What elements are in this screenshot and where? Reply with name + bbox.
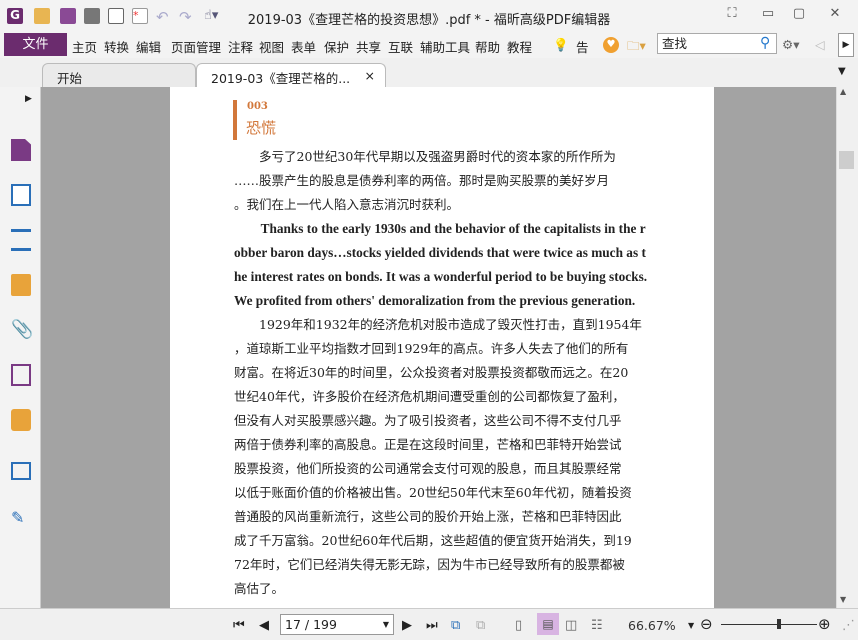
section-number: 003 (247, 101, 268, 112)
last-page-button[interactable]: ⏭ (426, 618, 438, 633)
text-line: 两倍于债券利率的高股息。正是在这段时间里，芒格和巴菲特开始尝试 (234, 437, 622, 452)
text-line: Thanks to the early 1930s and the behavi… (234, 221, 646, 236)
scroll-up-arrow[interactable]: ▲ (840, 87, 846, 96)
signature-icon[interactable] (11, 364, 31, 386)
zoom-out-button[interactable]: ⊖ (700, 615, 713, 633)
comments-icon[interactable] (11, 274, 31, 296)
ribbon-menu: 文件 主页 转换 编辑 页面管理 注释 视图 表单 保护 共享 互联 辅助工具 … (0, 32, 858, 74)
search-folder-icon[interactable]: 🗀▾ (627, 37, 646, 58)
menu-tutorial[interactable]: 教程 (507, 37, 532, 56)
file-menu[interactable]: 文件 (4, 33, 67, 56)
continuous-facing-icon[interactable]: ☷ (591, 618, 603, 633)
menu-connect[interactable]: 互联 (388, 37, 413, 56)
resize-grip[interactable]: ⋰ (842, 618, 855, 633)
navigation-panel: ▶ 📎 ✎ (0, 87, 41, 608)
menu-convert[interactable]: 转换 (104, 37, 129, 56)
text-line: 。我们在上一代人陷入意志消沉时获利。 (234, 197, 460, 212)
document-viewer[interactable]: 003 恐慌 多亏了20世纪30年代早期以及强盗男爵时代的资本家的所作所为 ……股… (41, 87, 836, 608)
lightbulb-icon[interactable]: 💡 (553, 37, 569, 53)
menu-accessibility[interactable]: 辅助工具 (420, 37, 470, 56)
tab-list-dropdown[interactable]: ▼ (838, 66, 846, 77)
thumbnails-icon[interactable] (11, 184, 31, 206)
menu-help[interactable]: 帮助 (475, 37, 500, 56)
menu-comment[interactable]: 注释 (228, 37, 253, 56)
zoom-level[interactable]: 66.67% (628, 618, 676, 633)
tab-start[interactable]: 开始 (42, 63, 196, 87)
tab-label: 开始 (57, 71, 83, 86)
ribbon-right-arrow[interactable]: ▶ (838, 33, 854, 57)
heart-icon[interactable]: ♥ (603, 37, 619, 53)
pages-icon[interactable] (11, 139, 31, 161)
attachment-icon[interactable]: 📎 (11, 319, 33, 341)
fullscreen-button[interactable]: ⛶ (722, 6, 742, 24)
menu-edit[interactable]: 编辑 (136, 37, 161, 56)
minimize-button[interactable]: ▭ (758, 6, 778, 24)
section-title: 恐慌 (246, 119, 277, 137)
menu-protect[interactable]: 保护 (324, 37, 349, 56)
status-bar: ⏮ ◀ 17 / 199 ▼ ▶ ⏭ ⧉ ⧉ ▯ ▤ ◫ ☷ 66.67% ▼ ⊖… (0, 608, 858, 640)
form-fields-icon[interactable] (11, 462, 31, 480)
text-line: 成了千万富翁。20世纪60年代后期，这些超值的便宜货开始消失，到19 (234, 533, 632, 548)
expand-panel-icon[interactable]: ▶ (25, 94, 32, 104)
text-line: 多亏了20世纪30年代早期以及强盗男爵时代的资本家的所作所为 (234, 149, 616, 164)
certificate-tool-icon[interactable]: ✎ (11, 508, 31, 530)
gear-icon[interactable]: ⚙▾ (782, 37, 799, 52)
vertical-scrollbar[interactable]: ▲ ▼ (836, 87, 858, 608)
tab-document[interactable]: 2019-03《查理芒格的... × (196, 63, 386, 88)
zoom-dropdown[interactable]: ▼ (688, 621, 694, 630)
text-line: 世纪40年代，许多股价在经济危机期间遭受重创的公司都恢复了盈利， (234, 389, 625, 404)
lock-icon[interactable] (11, 409, 31, 431)
menu-view[interactable]: 视图 (259, 37, 284, 56)
zoom-slider[interactable] (721, 624, 817, 625)
text-line: 普通股的风尚重新流行，这些公司的股价开始上涨，芒格和巴菲特因此 (234, 509, 622, 524)
menu-form[interactable]: 表单 (291, 37, 316, 56)
layers-icon[interactable] (11, 229, 31, 251)
single-page-icon[interactable]: ▯ (515, 618, 522, 633)
first-page-button[interactable]: ⏮ (233, 618, 245, 633)
menu-share[interactable]: 共享 (356, 37, 381, 56)
tab-bar: 开始 2019-03《查理芒格的... × ▼ (0, 58, 858, 88)
search-input[interactable]: 查找 (657, 33, 777, 54)
continuous-page-icon[interactable]: ▤ (537, 613, 559, 635)
text-line: We profited from others' demoralization … (234, 293, 636, 308)
text-line: 但没有人对买股票感兴趣。为了吸引投资者，这些公司不得不支付几乎 (234, 413, 622, 428)
text-line: ……股票产生的股息是债券利率的两倍。那时是购买股票的美好岁月 (234, 173, 610, 188)
text-line: obber baron days…stocks yielded dividend… (234, 245, 646, 260)
page-number-input[interactable]: 17 / 199 ▼ (280, 614, 394, 635)
maximize-button[interactable]: ▢ (789, 6, 809, 24)
menu-page-management[interactable]: 页面管理 (171, 37, 221, 56)
previous-page-button[interactable]: ◀ (259, 618, 269, 633)
text-line: 1929年和1932年的经济危机对股市造成了毁灭性打击，直到1954年 (234, 317, 642, 332)
next-page-button[interactable]: ▶ (402, 618, 412, 633)
text-line: ，道琼斯工业平均指数才回到1929年的高点。许多人失去了他们的所有 (234, 341, 629, 356)
tab-label: 2019-03《查理芒格的... (211, 71, 351, 86)
ribbon-left-arrow[interactable]: ◁ (815, 37, 825, 52)
heading-bar (233, 100, 237, 140)
title-bar: G * ↶ ↷ ☝▾ 2019-03《查理芒格的投资思想》.pdf * - 福昕… (0, 0, 858, 32)
menu-home[interactable]: 主页 (72, 37, 97, 56)
facing-pages-icon[interactable]: ◫ (565, 618, 577, 633)
scroll-down-arrow[interactable]: ▼ (840, 595, 846, 604)
zoom-in-button[interactable]: ⊕ (818, 615, 831, 633)
zoom-slider-thumb[interactable] (776, 619, 781, 629)
text-line: he interest rates on bonds. It was a won… (234, 269, 648, 284)
text-line: 高估了。 (234, 581, 285, 596)
scroll-thumb[interactable] (839, 151, 854, 169)
text-line: 72年时，它们已经消失得无影无踪，因为牛市已经导致所有的股票都被 (234, 557, 625, 572)
tab-close-icon[interactable]: × (365, 68, 375, 83)
text-line: 股票投资，他们所投资的公司通常会支付可观的股息，而且其股票经常 (234, 461, 622, 476)
next-view-icon[interactable]: ⧉ (476, 618, 485, 633)
pdf-page: 003 恐慌 多亏了20世纪30年代早期以及强盗男爵时代的资本家的所作所为 ……股… (170, 87, 714, 608)
page-number: 17 / 199 (285, 617, 337, 632)
close-button[interactable]: ✕ (825, 6, 845, 24)
text-line: 财富。在将近30年的时间里，公众投资者对股票投资都敬而远之。在20 (234, 365, 629, 380)
previous-view-icon[interactable]: ⧉ (451, 618, 460, 633)
search-icon[interactable]: ⚲ (760, 35, 770, 51)
text-line: 以低于账面价值的价格被出售。20世纪50年代末至60年代初，随着投资 (234, 485, 632, 500)
